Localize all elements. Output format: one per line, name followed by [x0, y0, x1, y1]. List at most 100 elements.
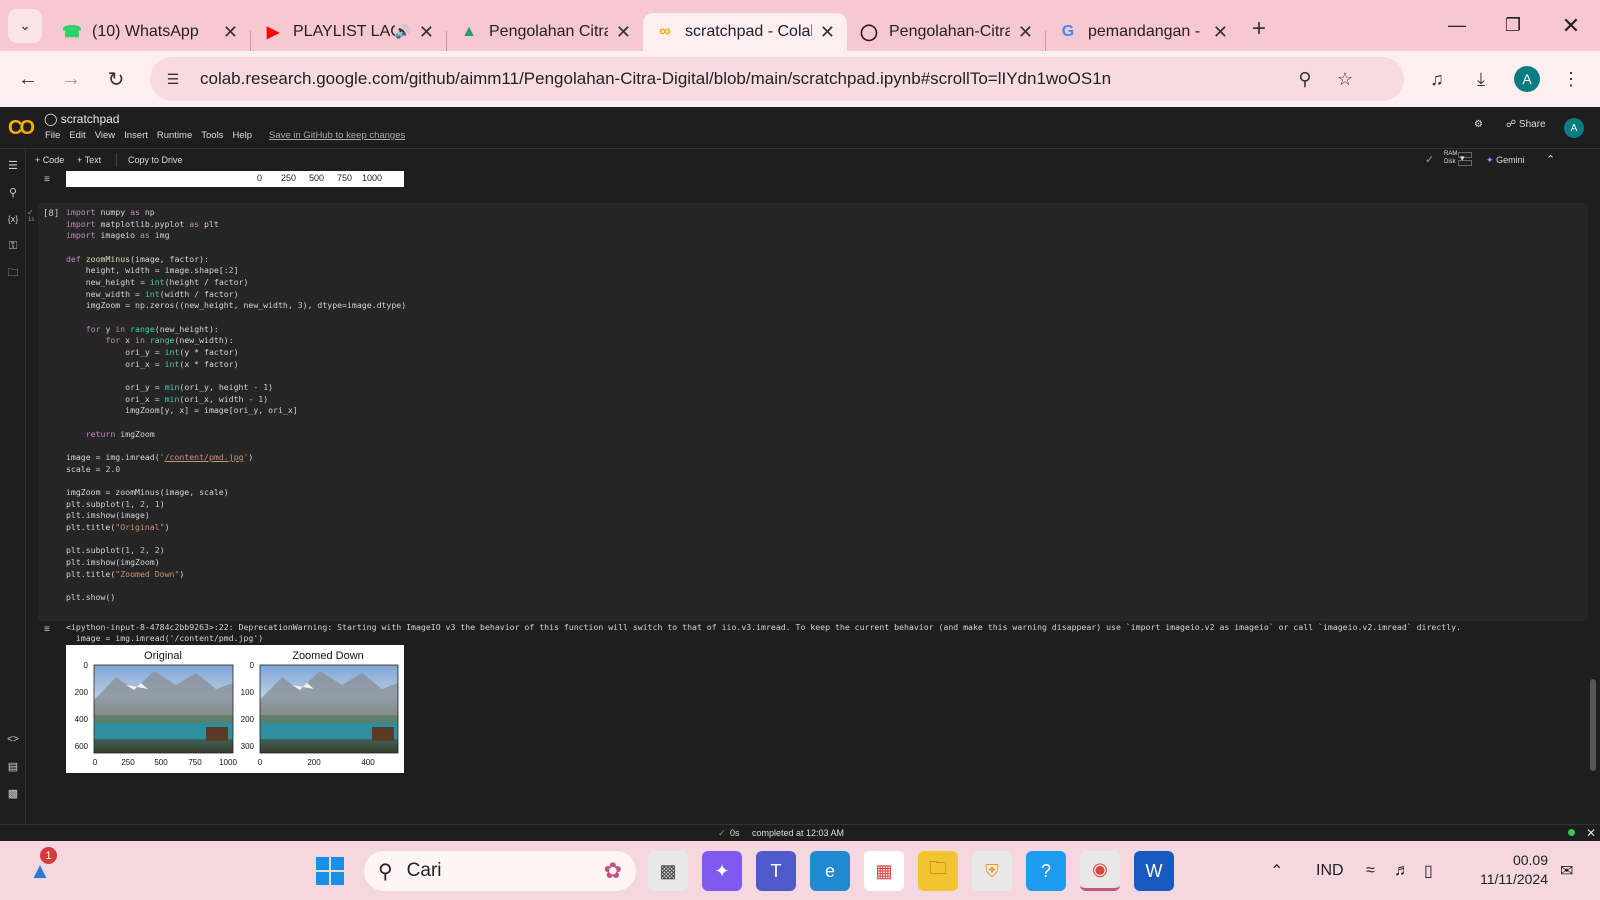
reload-button[interactable]: ↻	[96, 59, 136, 99]
browser-menu-icon[interactable]: ⋮	[1552, 60, 1590, 98]
variables-icon[interactable]: {x}	[5, 211, 21, 227]
output-toggle-icon[interactable]: ≡	[44, 174, 50, 185]
word-icon[interactable]: W	[1134, 851, 1174, 891]
close-tab-icon[interactable]: ✕	[820, 22, 835, 43]
collapse-header-icon[interactable]: ⌃	[1546, 153, 1555, 166]
start-button[interactable]	[310, 851, 350, 891]
restore-button[interactable]: ❐	[1484, 0, 1542, 51]
reload-icon: ↻	[107, 68, 125, 91]
close-window-button[interactable]: ✕	[1542, 0, 1600, 51]
files-folder-icon[interactable]: 🗀	[5, 265, 21, 281]
close-tab-icon[interactable]: ✕	[223, 22, 238, 43]
add-code-button[interactable]: + Code	[35, 155, 64, 165]
google-icon: G	[1061, 23, 1075, 40]
add-text-button[interactable]: + Text	[77, 155, 101, 165]
new-tab-button[interactable]: +	[1252, 15, 1266, 43]
edge-icon[interactable]: e	[810, 851, 850, 891]
menu-runtime[interactable]: Runtime	[157, 130, 192, 141]
forward-button[interactable]: →	[51, 59, 91, 99]
table-of-contents-icon[interactable]: ☰	[5, 157, 21, 173]
chrome-icon[interactable]: ◉	[1080, 851, 1120, 891]
search-icon[interactable]: ⚲	[5, 184, 21, 200]
menu-tools[interactable]: Tools	[201, 130, 223, 141]
search-placeholder: Cari	[406, 860, 442, 881]
show-hidden-icons[interactable]: ⌃	[1270, 851, 1283, 891]
volume-icon[interactable]: ♬	[1394, 851, 1410, 891]
menu-help[interactable]: Help	[232, 130, 252, 141]
settings-gear-icon[interactable]: ⚙	[1474, 119, 1483, 130]
colab-logo[interactable]: CO	[8, 117, 35, 140]
teams-icon[interactable]: T	[756, 851, 796, 891]
vpn-shield-icon[interactable]: ⛨	[972, 851, 1012, 891]
microsoft-store-icon[interactable]: ▦	[864, 851, 904, 891]
github-icon: ◯	[860, 24, 878, 41]
menu-edit[interactable]: Edit	[69, 130, 85, 141]
secrets-key-icon[interactable]: ⚿	[5, 238, 21, 254]
code-editor[interactable]: import numpy as np import matplotlib.pyp…	[66, 207, 406, 604]
share-button[interactable]: ☍ Share	[1506, 119, 1546, 130]
menu-file[interactable]: File	[45, 130, 60, 141]
save-in-github-link[interactable]: Save in GitHub to keep changes	[269, 130, 405, 141]
command-palette-icon[interactable]: ▤	[5, 758, 21, 774]
profile-avatar-button[interactable]: A	[1508, 60, 1546, 98]
output-toggle-icon[interactable]: ≡	[44, 624, 50, 635]
wifi-icon[interactable]: ≈	[1366, 851, 1375, 891]
code-cell[interactable]: ✓ 1s [8] import numpy as np import matpl…	[27, 203, 1588, 621]
copy-to-drive-button[interactable]: Copy to Drive	[128, 155, 183, 165]
media-control-icon[interactable]: ♫	[1418, 60, 1456, 98]
vertical-scrollbar[interactable]	[1590, 679, 1596, 771]
browser-tab[interactable]: ◯ Pengolahan-Citra-D ✕	[847, 13, 1045, 51]
close-tab-icon[interactable]: ✕	[1213, 22, 1228, 43]
whatsapp-icon: ☎	[62, 24, 82, 41]
browser-tab[interactable]: ▲ Pengolahan Citra D ✕	[447, 13, 643, 51]
code-snippets-icon[interactable]: <>	[5, 731, 21, 747]
windows-taskbar: ▲ 1 ⚲ Cari ✿ ▩ ✦ T e ▦ 🗀 ⛨ ? ◉ W ⌃ IND ≈…	[0, 841, 1600, 900]
deprecation-warning-output: <ipython-input-8-4784c2bb9263>:22: Depre…	[66, 622, 1461, 643]
download-icon[interactable]: ⤓	[1462, 60, 1500, 98]
back-button[interactable]: ←	[8, 59, 48, 99]
omnibox[interactable]: ☰ colab.research.google.com/github/aimm1…	[150, 57, 1404, 101]
zoom-icon[interactable]: ⚲	[1286, 60, 1324, 98]
speaker-icon[interactable]: 🔊	[395, 24, 411, 40]
browser-tab[interactable]: ▶ PLAYLIST LAGU🔊 ✕	[251, 13, 446, 51]
ram-label: RAM	[1444, 151, 1458, 157]
widgets-button[interactable]: ▲ 1	[20, 847, 60, 891]
execution-count[interactable]: [8]	[43, 209, 59, 219]
copilot-icon[interactable]: ✦	[702, 851, 742, 891]
close-tab-icon[interactable]: ✕	[419, 22, 434, 43]
notification-center-icon[interactable]: ✉	[1560, 851, 1573, 891]
terminal-icon[interactable]: ▩	[5, 785, 21, 801]
tab-label: PLAYLIST LAGU	[293, 23, 395, 40]
battery-icon[interactable]: ▯	[1424, 851, 1433, 891]
help-icon[interactable]: ?	[1026, 851, 1066, 891]
browser-tab[interactable]: Gpemandangan - Pe ✕	[1046, 13, 1240, 51]
menu-view[interactable]: View	[95, 130, 115, 141]
language-indicator[interactable]: IND	[1316, 851, 1344, 891]
browser-tab[interactable]: ∞ scratchpad - Colab ✕	[643, 13, 847, 51]
browser-tab[interactable]: ☎ (10) WhatsApp ✕	[50, 13, 250, 51]
close-tab-icon[interactable]: ✕	[1018, 22, 1033, 43]
clock[interactable]: 00.09 11/11/2024	[1466, 851, 1548, 891]
ram-disk-indicator[interactable]: RAM Disk	[1444, 150, 1457, 166]
status-text[interactable]: completed at 12:03 AM	[752, 828, 844, 838]
close-status-icon[interactable]: ✕	[1586, 826, 1596, 840]
taskbar-search[interactable]: ⚲ Cari ✿	[364, 851, 636, 891]
forward-arrow-icon: →	[61, 67, 81, 90]
minimize-button[interactable]: —	[1428, 0, 1486, 51]
url-text[interactable]: colab.research.google.com/github/aimm11/…	[200, 69, 1111, 89]
site-info-icon[interactable]: ☰	[156, 62, 190, 96]
bookmark-star-icon[interactable]: ☆	[1326, 60, 1364, 98]
link-icon: ☍	[1506, 119, 1517, 130]
tab-search-button[interactable]: ⌄	[8, 8, 42, 43]
cell-run-status-check-icon: ✓	[27, 208, 34, 217]
notebook-title[interactable]: ◯ scratchpad	[44, 112, 119, 126]
colab-avatar[interactable]: A	[1564, 118, 1584, 138]
y-tick-label: 200	[241, 715, 255, 724]
runtime-dropdown-icon[interactable]: ▾	[1460, 153, 1465, 164]
task-view-icon[interactable]: ▩	[648, 851, 688, 891]
file-explorer-icon[interactable]: 🗀	[918, 851, 958, 891]
menu-insert[interactable]: Insert	[124, 130, 148, 141]
close-tab-icon[interactable]: ✕	[616, 22, 631, 43]
disk-label: Disk	[1444, 159, 1456, 165]
gemini-button[interactable]: ✦ Gemini	[1486, 155, 1525, 166]
